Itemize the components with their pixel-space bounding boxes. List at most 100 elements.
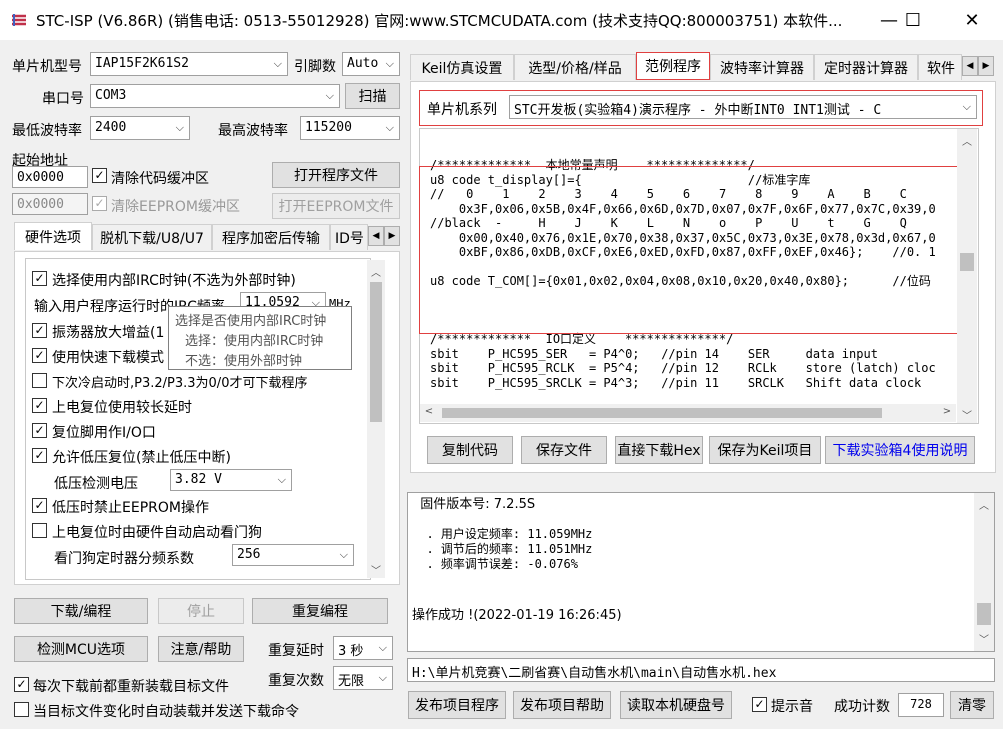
tab-selection-price[interactable]: 选型/价格/样品 <box>514 54 636 80</box>
direct-download-hex-button[interactable]: 直接下载Hex <box>615 436 703 464</box>
scroll-down-icon[interactable]: ﹀ <box>974 631 994 646</box>
log-scrollbar[interactable]: ︿ ﹀ <box>974 493 994 651</box>
cold-start-checkbox[interactable] <box>32 373 47 388</box>
scroll-down-icon[interactable]: ﹀ <box>367 562 385 577</box>
log-text: 固件版本号: 7.2.5S . 用户设定频率: 11.059MHz . 调节后的… <box>412 497 622 623</box>
tab-baud-calculator[interactable]: 波特率计算器 <box>710 54 814 80</box>
tooltip-line-2: 选择：使用内部IRC时钟 <box>185 334 324 349</box>
scroll-up-icon[interactable]: ︿ <box>974 497 994 512</box>
open-program-button[interactable]: 打开程序文件 <box>272 162 400 188</box>
clear-eeprom-checkbox[interactable] <box>92 196 107 211</box>
oscillator-gain-checkbox[interactable] <box>32 323 47 338</box>
repeat-delay-select[interactable]: 3 秒 ⌵ <box>333 636 393 660</box>
publish-program-button[interactable]: 发布项目程序 <box>408 691 506 719</box>
save-file-button[interactable]: 保存文件 <box>521 436 607 464</box>
options-scrollbar[interactable]: ︿ ﹀ <box>367 260 385 578</box>
clear-code-checkbox[interactable] <box>92 168 107 183</box>
code-scrollbar[interactable]: ︿ ﹀ <box>957 129 977 423</box>
open-eeprom-button[interactable]: 打开EEPROM文件 <box>272 193 400 219</box>
read-disk-id-button[interactable]: 读取本机硬盘号 <box>620 691 732 719</box>
download-program-button[interactable]: 下载/编程 <box>14 598 148 624</box>
close-button[interactable]: ✕ <box>948 0 996 40</box>
irc-tooltip: 选择是否使用内部IRC时钟 选择：使用内部IRC时钟 不选：使用外部时钟 <box>168 306 352 370</box>
pin-count-value: Auto <box>347 56 379 71</box>
scroll-right-icon[interactable]: > <box>940 406 954 417</box>
h-scroll-thumb[interactable] <box>442 408 882 418</box>
tab-example-programs[interactable]: 范例程序 <box>636 52 710 80</box>
log-line: . 用户设定频率: 11.059MHz <box>412 527 593 541</box>
tab-scroll-left-icon[interactable]: ◀ <box>368 226 384 246</box>
app-logo-icon <box>10 12 28 28</box>
internal-irc-checkbox[interactable] <box>32 271 47 286</box>
oscillator-gain-label: 振荡器放大增益(1 <box>52 325 165 341</box>
serial-port-select[interactable]: COM3 ⌵ <box>90 84 340 108</box>
mcu-series-select[interactable]: STC开发板(实验箱4)演示程序 - 外中断INT0 INT1测试 - C ⌵ <box>509 95 977 119</box>
reset-pin-io-checkbox[interactable] <box>32 423 47 438</box>
log-output[interactable]: 固件版本号: 7.2.5S . 用户设定频率: 11.059MHz . 调节后的… <box>407 492 995 652</box>
code-h-scrollbar[interactable]: < > <box>420 404 956 422</box>
mcu-model-select[interactable]: IAP15F2K61S2 ⌵ <box>90 52 288 76</box>
scroll-up-icon[interactable]: ︿ <box>957 133 977 148</box>
publish-help-button[interactable]: 发布项目帮助 <box>513 691 611 719</box>
code-constants-highlight <box>419 166 974 334</box>
low-voltage-reset-checkbox[interactable] <box>32 448 47 463</box>
fast-download-checkbox[interactable] <box>32 348 47 363</box>
repeat-program-button[interactable]: 重复编程 <box>252 598 388 624</box>
low-voltage-threshold-select[interactable]: 3.82 V ⌵ <box>170 469 292 491</box>
repeat-count-select[interactable]: 无限 ⌵ <box>333 666 393 690</box>
tab-timer-calculator[interactable]: 定时器计算器 <box>814 54 918 80</box>
scroll-down-icon[interactable]: ﹀ <box>957 407 977 422</box>
low-voltage-eeprom-checkbox[interactable] <box>32 498 47 513</box>
chevron-down-icon: ⌵ <box>277 473 286 486</box>
tab-offline-download[interactable]: 脱机下载/U8/U7 <box>92 224 212 250</box>
scan-button[interactable]: 扫描 <box>345 83 400 109</box>
tab-encrypt-transfer[interactable]: 程序加密后传输 <box>212 224 330 250</box>
min-baud-select[interactable]: 2400 ⌵ <box>90 116 190 140</box>
scroll-thumb[interactable] <box>370 282 382 422</box>
tab-scroll-right-icon[interactable]: ▶ <box>978 56 994 76</box>
long-reset-delay-checkbox[interactable] <box>32 398 47 413</box>
tab-scroll-left-icon[interactable]: ◀ <box>962 56 978 76</box>
reload-target-checkbox[interactable] <box>14 677 29 692</box>
maximize-button[interactable]: ☐ <box>889 0 937 40</box>
scroll-left-icon[interactable]: < <box>422 406 436 417</box>
tab-scroll-right-icon[interactable]: ▶ <box>384 226 400 246</box>
eeprom-address-input[interactable]: 0x0000 <box>12 193 88 215</box>
hex-file-path[interactable]: H:\单片机竞赛\二刷省赛\自动售水机\main\自动售水机.hex <box>407 658 995 682</box>
success-count-value: 728 <box>898 693 944 717</box>
tab-hardware-options[interactable]: 硬件选项 <box>14 222 92 250</box>
detect-mcu-button[interactable]: 检测MCU选项 <box>14 636 148 662</box>
scroll-thumb[interactable] <box>960 253 974 271</box>
tab-keil-simulation[interactable]: Keil仿真设置 <box>410 54 514 80</box>
watchdog-auto-start-checkbox[interactable] <box>32 523 47 538</box>
max-baud-value: 115200 <box>305 120 352 135</box>
tab-id-number[interactable]: ID号 <box>330 224 368 250</box>
max-baud-label: 最高波特率 <box>218 123 288 139</box>
repeat-count-label: 重复次数 <box>268 673 324 689</box>
low-voltage-eeprom-label: 低压时禁止EEPROM操作 <box>52 500 209 516</box>
beep-checkbox[interactable] <box>752 697 767 712</box>
code-line: /************* IO口定义 **************/ <box>430 332 734 346</box>
notes-help-button[interactable]: 注意/帮助 <box>158 636 244 662</box>
stop-button[interactable]: 停止 <box>158 598 244 624</box>
tab-software[interactable]: 软件 <box>918 54 962 80</box>
max-baud-select[interactable]: 115200 ⌵ <box>300 116 400 140</box>
log-line: . 调节后的频率: 11.051MHz <box>412 542 593 556</box>
code-line: sbit P_HC595_RCLK = P5^4; //pin 12 RCLk … <box>430 361 936 375</box>
pin-count-select[interactable]: Auto ⌵ <box>342 52 400 76</box>
auto-send-checkbox[interactable] <box>14 702 29 717</box>
scroll-up-icon[interactable]: ︿ <box>367 264 385 279</box>
watchdog-prescaler-select[interactable]: 256 ⌵ <box>232 544 354 566</box>
reset-count-button[interactable]: 清零 <box>950 691 994 719</box>
copy-code-button[interactable]: 复制代码 <box>427 436 513 464</box>
min-baud-value: 2400 <box>95 120 127 135</box>
reload-target-label: 每次下载前都重新装载目标文件 <box>33 679 229 695</box>
save-keil-project-button[interactable]: 保存为Keil项目 <box>709 436 821 464</box>
chevron-down-icon: ⌵ <box>339 548 348 561</box>
clear-code-label: 清除代码缓冲区 <box>111 171 209 187</box>
scroll-thumb[interactable] <box>977 603 991 625</box>
start-address-input[interactable]: 0x0000 <box>12 166 88 188</box>
download-manual-link[interactable]: 下载实验箱4使用说明 <box>825 436 975 464</box>
